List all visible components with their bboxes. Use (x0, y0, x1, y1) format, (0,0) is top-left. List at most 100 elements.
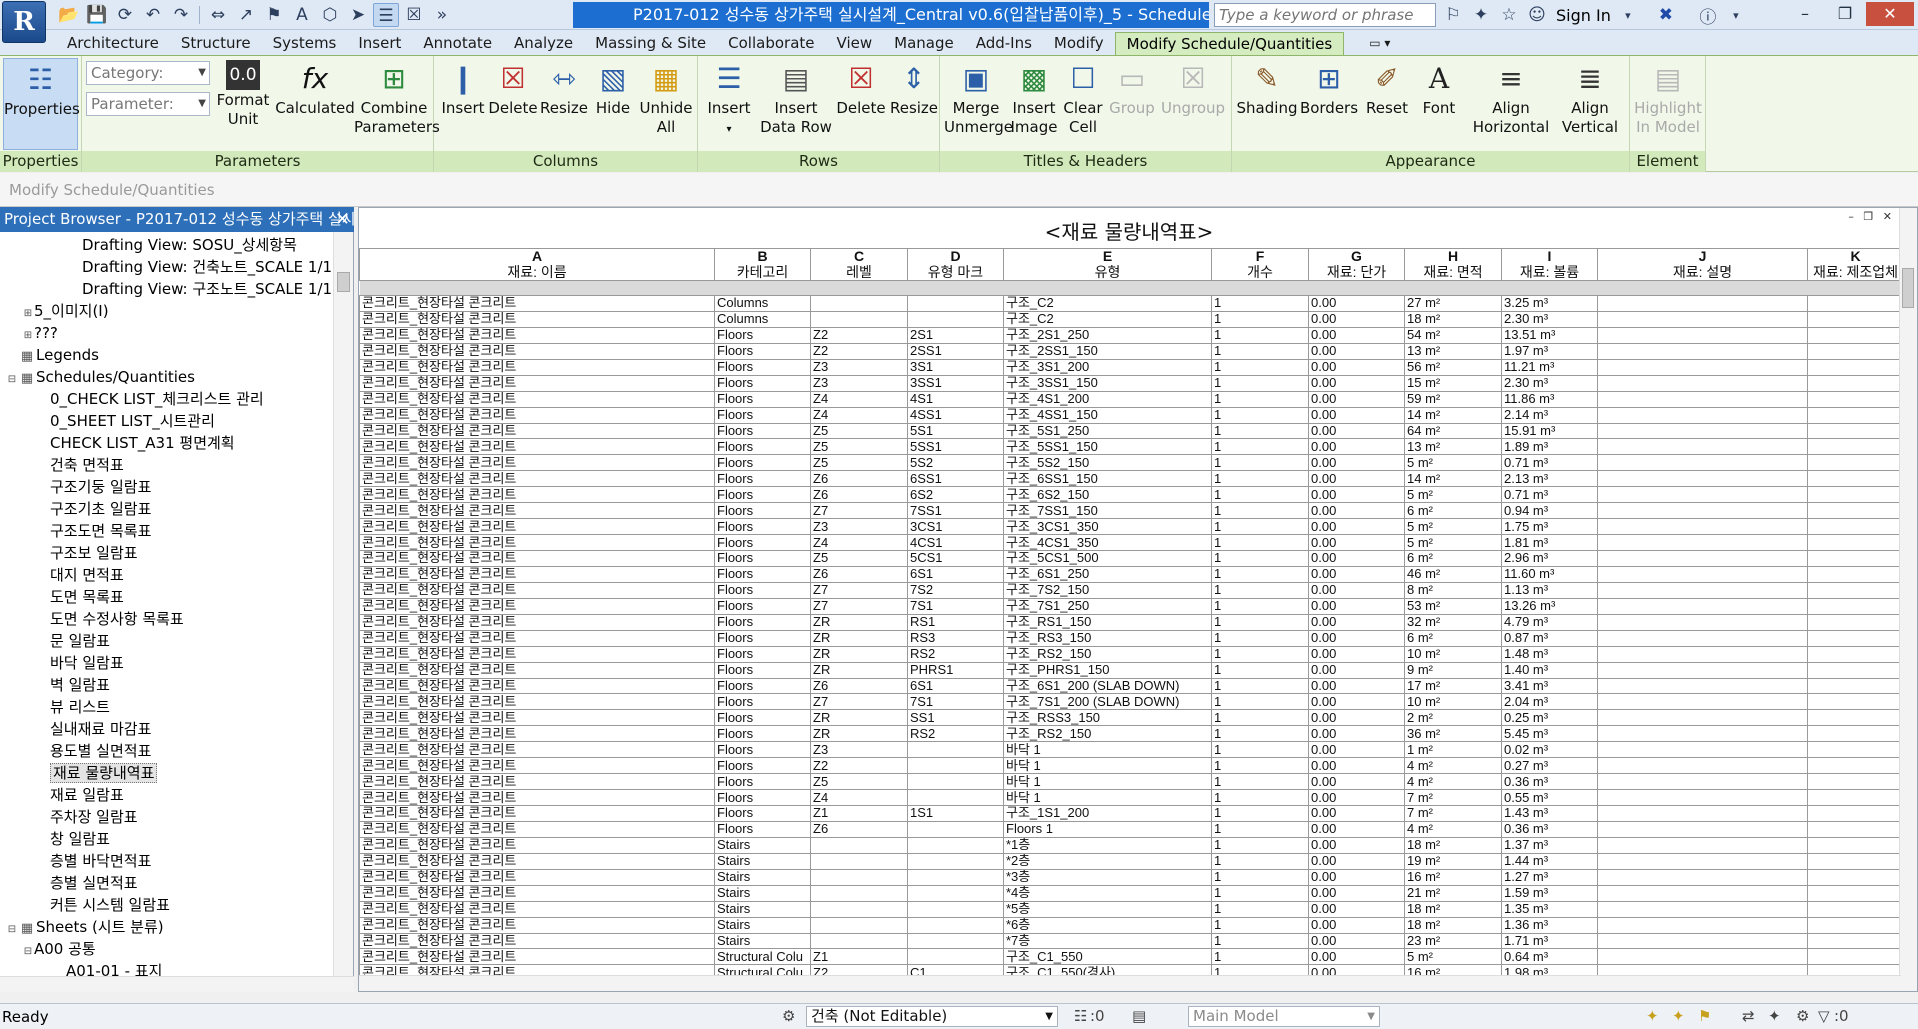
table-cell[interactable] (1807, 358, 1904, 376)
insert-image-button[interactable]: ▩ Insert Image (1008, 58, 1060, 137)
table-cell[interactable]: 6S2 (907, 486, 1004, 504)
table-cell[interactable] (1807, 310, 1904, 328)
table-cell[interactable]: Floors (714, 645, 811, 663)
table-cell[interactable]: 1 (1211, 597, 1309, 615)
table-cell[interactable]: Floors (714, 486, 811, 504)
tab-view[interactable]: View (826, 32, 884, 55)
table-cell[interactable] (1807, 486, 1904, 504)
project-browser-item[interactable]: ⊟ ▦ Sheets (시트 분류) (0, 916, 332, 938)
table-cell[interactable]: 구조_4S1_200 (1003, 390, 1212, 408)
table-row[interactable]: 콘크리트_현장타설 콘크리트 Floors ZR RS3 구조_RS3_150 1 0.00… (359, 629, 1904, 647)
table-cell[interactable]: 0.00 (1308, 422, 1405, 440)
select-underlay-icon[interactable]: ✦ (1672, 1007, 1685, 1025)
open-icon[interactable]: 📂 (56, 3, 82, 27)
column-header[interactable]: 재료: 볼륨 (1501, 263, 1598, 281)
table-cell[interactable]: 11.86 m³ (1501, 390, 1598, 408)
column-header[interactable]: 유형 (1003, 263, 1212, 281)
table-cell[interactable]: 0.00 (1308, 342, 1405, 360)
table-cell[interactable]: Structural Colu (714, 948, 811, 966)
table-cell[interactable]: 0.00 (1308, 406, 1405, 424)
table-cell[interactable]: 콘크리트_현장타설 콘크리트 (359, 613, 715, 631)
table-cell[interactable]: 7 m² (1404, 789, 1502, 806)
table-cell[interactable] (810, 295, 908, 312)
table-cell[interactable]: Z5 (810, 550, 908, 567)
table-cell[interactable] (1807, 645, 1904, 663)
table-cell[interactable]: 0.00 (1308, 741, 1405, 759)
table-cell[interactable] (1597, 805, 1808, 822)
table-cell[interactable] (1807, 597, 1904, 615)
table-cell[interactable]: 콘크리트_현장타설 콘크리트 (359, 358, 715, 376)
table-cell[interactable]: Floors (714, 820, 811, 838)
table-cell[interactable]: 1 (1211, 502, 1309, 520)
table-cell[interactable]: 1 (1211, 757, 1309, 775)
table-cell[interactable]: 콘크리트_현장타설 콘크리트 (359, 868, 715, 886)
table-cell[interactable]: 1 (1211, 820, 1309, 838)
table-cell[interactable] (1807, 565, 1904, 583)
table-cell[interactable]: 2 m² (1404, 709, 1502, 727)
column-insert-button[interactable]: ❙ Insert (438, 58, 488, 118)
table-cell[interactable]: 1.43 m³ (1501, 805, 1598, 822)
select-links-icon[interactable]: ✦ (1646, 1007, 1659, 1025)
table-row[interactable]: 콘크리트_현장타설 콘크리트 Stairs *7층 1 0.00 23 m² 1.71 m³ (359, 932, 1904, 950)
table-row[interactable]: 콘크리트_현장타설 콘크리트 Floors Z7 7SS1 구조_7SS1_150 1 0.… (359, 502, 1904, 520)
project-browser-item[interactable]: 창 일람표 (0, 828, 332, 850)
table-cell[interactable]: 1 (1211, 326, 1309, 344)
table-cell[interactable]: 1 (1211, 948, 1309, 966)
table-cell[interactable]: 1.13 m³ (1501, 581, 1598, 599)
table-cell[interactable] (1597, 597, 1808, 615)
table-cell[interactable]: 콘크리트_현장타설 콘크리트 (359, 470, 715, 488)
table-cell[interactable] (1807, 502, 1904, 520)
table-cell[interactable] (1807, 629, 1904, 647)
table-cell[interactable]: RS2 (907, 725, 1004, 743)
table-cell[interactable]: 5CS1 (907, 550, 1004, 567)
project-browser-item[interactable]: 용도별 실면적표 (0, 740, 332, 762)
table-cell[interactable] (1807, 581, 1904, 599)
table-cell[interactable] (1597, 342, 1808, 360)
table-cell[interactable]: 1.37 m³ (1501, 836, 1598, 854)
table-cell[interactable]: 64 m² (1404, 422, 1502, 440)
schedule-vertical-scrollbar[interactable] (1899, 208, 1917, 991)
table-cell[interactable] (907, 900, 1004, 918)
project-browser-item[interactable]: Drafting View: 건축노트_SCALE 1/1 (0, 256, 332, 278)
table-cell[interactable] (1597, 390, 1808, 408)
table-cell[interactable]: 0.00 (1308, 789, 1405, 806)
table-cell[interactable] (1807, 406, 1904, 424)
table-cell[interactable]: 0.00 (1308, 757, 1405, 775)
table-cell[interactable]: 5 m² (1404, 454, 1502, 472)
dimension-icon[interactable]: ↗ (233, 3, 259, 27)
table-cell[interactable]: 콘크리트_현장타설 콘크리트 (359, 502, 715, 520)
project-browser-item[interactable]: 도면 목록표 (0, 586, 332, 608)
insert-data-row-button[interactable]: ▤ Insert Data Row (758, 58, 834, 137)
table-cell[interactable]: 13.51 m³ (1501, 326, 1598, 344)
tab-manage[interactable]: Manage (883, 32, 965, 55)
table-row[interactable]: 콘크리트_현장타설 콘크리트 Columns 구조_C2 1 0.00 18 m² 2.30… (359, 310, 1904, 328)
borders-button[interactable]: ⊞ Borders (1298, 58, 1360, 118)
table-cell[interactable]: Z6 (810, 486, 908, 504)
table-row[interactable]: 콘크리트_현장타설 콘크리트 Columns 구조_C2 1 0.00 27 m² 3.25… (359, 295, 1904, 312)
project-browser-item[interactable]: 커튼 시스템 일람표 (0, 894, 332, 916)
table-cell[interactable] (907, 884, 1004, 902)
table-cell[interactable]: Floors (714, 693, 811, 711)
table-row[interactable]: 콘크리트_현장타설 콘크리트 Floors Z4 4SS1 구조_4SS1_150 1 0.… (359, 406, 1904, 424)
table-cell[interactable]: 0.00 (1308, 773, 1405, 791)
table-cell[interactable]: 15 m² (1404, 374, 1502, 392)
table-cell[interactable]: SS1 (907, 709, 1004, 727)
table-cell[interactable]: 1.71 m³ (1501, 932, 1598, 950)
table-cell[interactable]: 구조_3S1_200 (1003, 358, 1212, 376)
close-icon[interactable]: ✕ (335, 207, 350, 232)
table-row[interactable]: 콘크리트_현장타설 콘크리트 Floors Z7 7S1 구조_7S1_200 (SLA… (359, 693, 1904, 711)
table-cell[interactable] (1807, 884, 1904, 902)
table-cell[interactable]: Z3 (810, 374, 908, 392)
table-row[interactable]: 콘크리트_현장타설 콘크리트 Stairs *1층 1 0.00 18 m² 1.37 m³ (359, 836, 1904, 854)
table-cell[interactable]: 콘크리트_현장타설 콘크리트 (359, 836, 715, 854)
measure-icon[interactable]: ⇔ (205, 3, 231, 27)
format-unit-button[interactable]: 0.0 Format Unit (212, 58, 274, 129)
table-cell[interactable] (1597, 565, 1808, 583)
table-cell[interactable]: 1 (1211, 295, 1309, 312)
column-letter[interactable]: D (907, 248, 1004, 264)
table-cell[interactable]: 콘크리트_현장타설 콘크리트 (359, 486, 715, 504)
star-icon[interactable]: ☆ (1498, 5, 1520, 25)
table-cell[interactable]: 0.00 (1308, 948, 1405, 966)
table-cell[interactable]: 4 m² (1404, 773, 1502, 791)
table-cell[interactable]: 1 (1211, 629, 1309, 647)
